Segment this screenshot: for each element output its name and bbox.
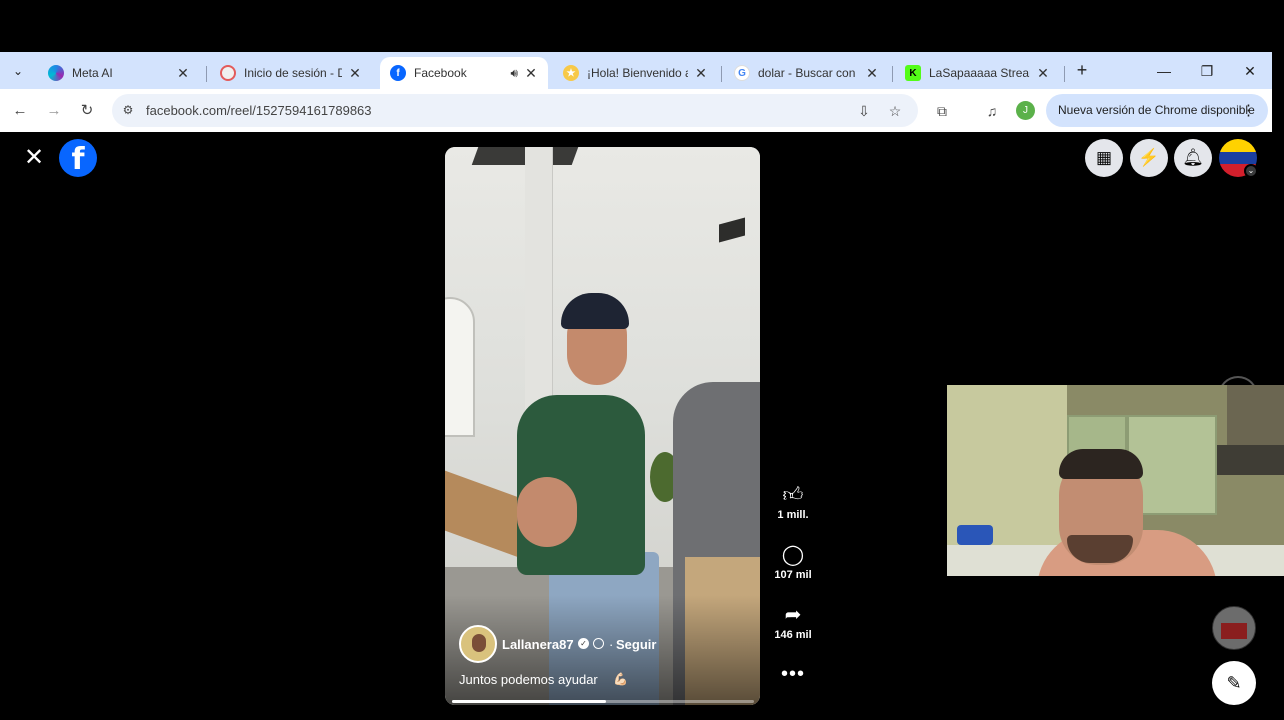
- video-progress-fill: [452, 700, 607, 703]
- menu-grid-icon[interactable]: ▦: [1085, 139, 1123, 177]
- tab-search-button[interactable]: ⌄: [6, 60, 30, 82]
- share-count: 146 mil: [774, 629, 812, 641]
- bookmark-star-icon[interactable]: ☆: [885, 101, 905, 121]
- speaker-icon[interactable]: 🔊︎: [510, 66, 518, 81]
- author-name[interactable]: Lallanera87: [502, 637, 574, 652]
- browser-frame: ⌄ Meta AI ✕ Inicio de sesión - Dro ✕ f F…: [0, 52, 1272, 132]
- update-label: Nueva versión de Chrome disponible: [1058, 103, 1255, 117]
- notifications-bell-icon[interactable]: 🔔︎: [1174, 139, 1212, 177]
- star-icon: ★: [563, 65, 579, 81]
- flexed-biceps-emoji: 💪🏻: [613, 672, 628, 686]
- reel-caption: Juntos podemos ayudar: [459, 672, 598, 687]
- more-options-icon[interactable]: •••: [778, 663, 808, 686]
- media-controls-icon[interactable]: ♫: [981, 100, 1003, 122]
- tab-google-search[interactable]: G dolar - Buscar con Go ✕: [724, 57, 889, 89]
- next-reel-thumbnail[interactable]: [1212, 606, 1256, 650]
- tab-meta-ai[interactable]: Meta AI ✕: [38, 57, 200, 89]
- google-icon: G: [734, 65, 750, 81]
- address-bar[interactable]: ⚙ facebook.com/reel/1527594161789863 ⇩ ☆: [112, 94, 918, 127]
- separator-dot: ·: [609, 637, 614, 652]
- author-avatar[interactable]: [459, 625, 497, 663]
- close-icon[interactable]: ✕: [524, 65, 538, 82]
- follow-button[interactable]: Seguir: [616, 637, 656, 652]
- site-info-icon[interactable]: ⚙: [120, 102, 136, 118]
- tab-divider: [206, 66, 207, 82]
- tab-title: Inicio de sesión - Dro: [244, 66, 342, 80]
- share-button[interactable]: ➦ 146 mil: [766, 602, 820, 641]
- comment-button[interactable]: ◯ 107 mil: [766, 542, 820, 581]
- back-button[interactable]: ←: [9, 100, 31, 122]
- kick-icon: K: [905, 65, 921, 81]
- tab-strip: ⌄ Meta AI ✕ Inicio de sesión - Dro ✕ f F…: [0, 52, 1272, 89]
- facebook-icon: f: [390, 65, 406, 81]
- forward-button[interactable]: →: [43, 100, 65, 122]
- close-icon[interactable]: ✕: [176, 65, 190, 82]
- tab-login[interactable]: Inicio de sesión - Dro ✕: [210, 57, 372, 89]
- thumbs-up-icon: 👍︎: [782, 484, 804, 506]
- comment-bubble-icon: ◯: [781, 544, 805, 566]
- comment-count: 107 mil: [774, 569, 812, 581]
- share-arrow-icon: ➦: [784, 604, 802, 626]
- tab-title: Facebook: [414, 66, 467, 80]
- verified-badge-icon: ✓: [578, 638, 589, 649]
- globe-icon: [593, 638, 604, 649]
- reel-video[interactable]: Lallanera87 ✓ · Seguir Juntos podemos ay…: [445, 147, 760, 705]
- chevron-down-icon[interactable]: ⌄: [1244, 164, 1258, 178]
- kebab-menu-icon[interactable]: ⋮: [1241, 94, 1256, 127]
- like-count: 1 mill.: [777, 509, 809, 521]
- like-button[interactable]: 👍︎ 1 mill.: [766, 482, 820, 521]
- tab-title: LaSapaaaaa Stream -: [929, 66, 1030, 80]
- new-tab-button[interactable]: +: [1072, 60, 1092, 80]
- chrome-update-button[interactable]: Nueva versión de Chrome disponible ⋮: [1046, 94, 1268, 127]
- close-icon[interactable]: ✕: [865, 65, 879, 82]
- profile-avatar[interactable]: J: [1016, 101, 1035, 120]
- webcam-overlay: [947, 385, 1284, 576]
- browser-toolbar: ← → ↻ ⚙ facebook.com/reel/15275941617898…: [0, 89, 1272, 132]
- close-icon[interactable]: ✕: [694, 65, 708, 82]
- tab-title: Meta AI: [72, 66, 113, 80]
- url-text: facebook.com/reel/1527594161789863: [146, 103, 372, 118]
- tab-divider: [721, 66, 722, 82]
- video-progress-bar[interactable]: [452, 700, 754, 703]
- tab-divider: [892, 66, 893, 82]
- login-icon: [220, 65, 236, 81]
- close-icon[interactable]: ✕: [348, 65, 362, 82]
- close-reel-icon[interactable]: ✕: [22, 146, 46, 170]
- restore-button[interactable]: ❐: [1193, 61, 1221, 81]
- screen: ⌄ Meta AI ✕ Inicio de sesión - Dro ✕ f F…: [0, 0, 1284, 720]
- tab-divider: [1064, 66, 1065, 82]
- meta-ai-icon: [48, 65, 64, 81]
- install-app-icon[interactable]: ⇩: [854, 101, 874, 121]
- tab-title: ¡Hola! Bienvenido a T: [587, 66, 688, 80]
- extensions-icon[interactable]: ⧉: [931, 100, 953, 122]
- messenger-icon[interactable]: ⚡: [1130, 139, 1168, 177]
- close-window-button[interactable]: ✕: [1236, 61, 1264, 81]
- tab-title: dolar - Buscar con Go: [758, 66, 859, 80]
- compose-edit-icon[interactable]: ✎: [1212, 661, 1256, 705]
- tab-stream[interactable]: K LaSapaaaaa Stream - ✕: [895, 57, 1060, 89]
- close-icon[interactable]: ✕: [1036, 65, 1050, 82]
- minimize-button[interactable]: —: [1150, 61, 1178, 81]
- tab-welcome[interactable]: ★ ¡Hola! Bienvenido a T ✕: [553, 57, 718, 89]
- tab-facebook[interactable]: f Facebook 🔊︎ ✕: [380, 57, 548, 89]
- facebook-logo-icon[interactable]: f: [59, 139, 97, 177]
- reload-button[interactable]: ↻: [76, 100, 98, 122]
